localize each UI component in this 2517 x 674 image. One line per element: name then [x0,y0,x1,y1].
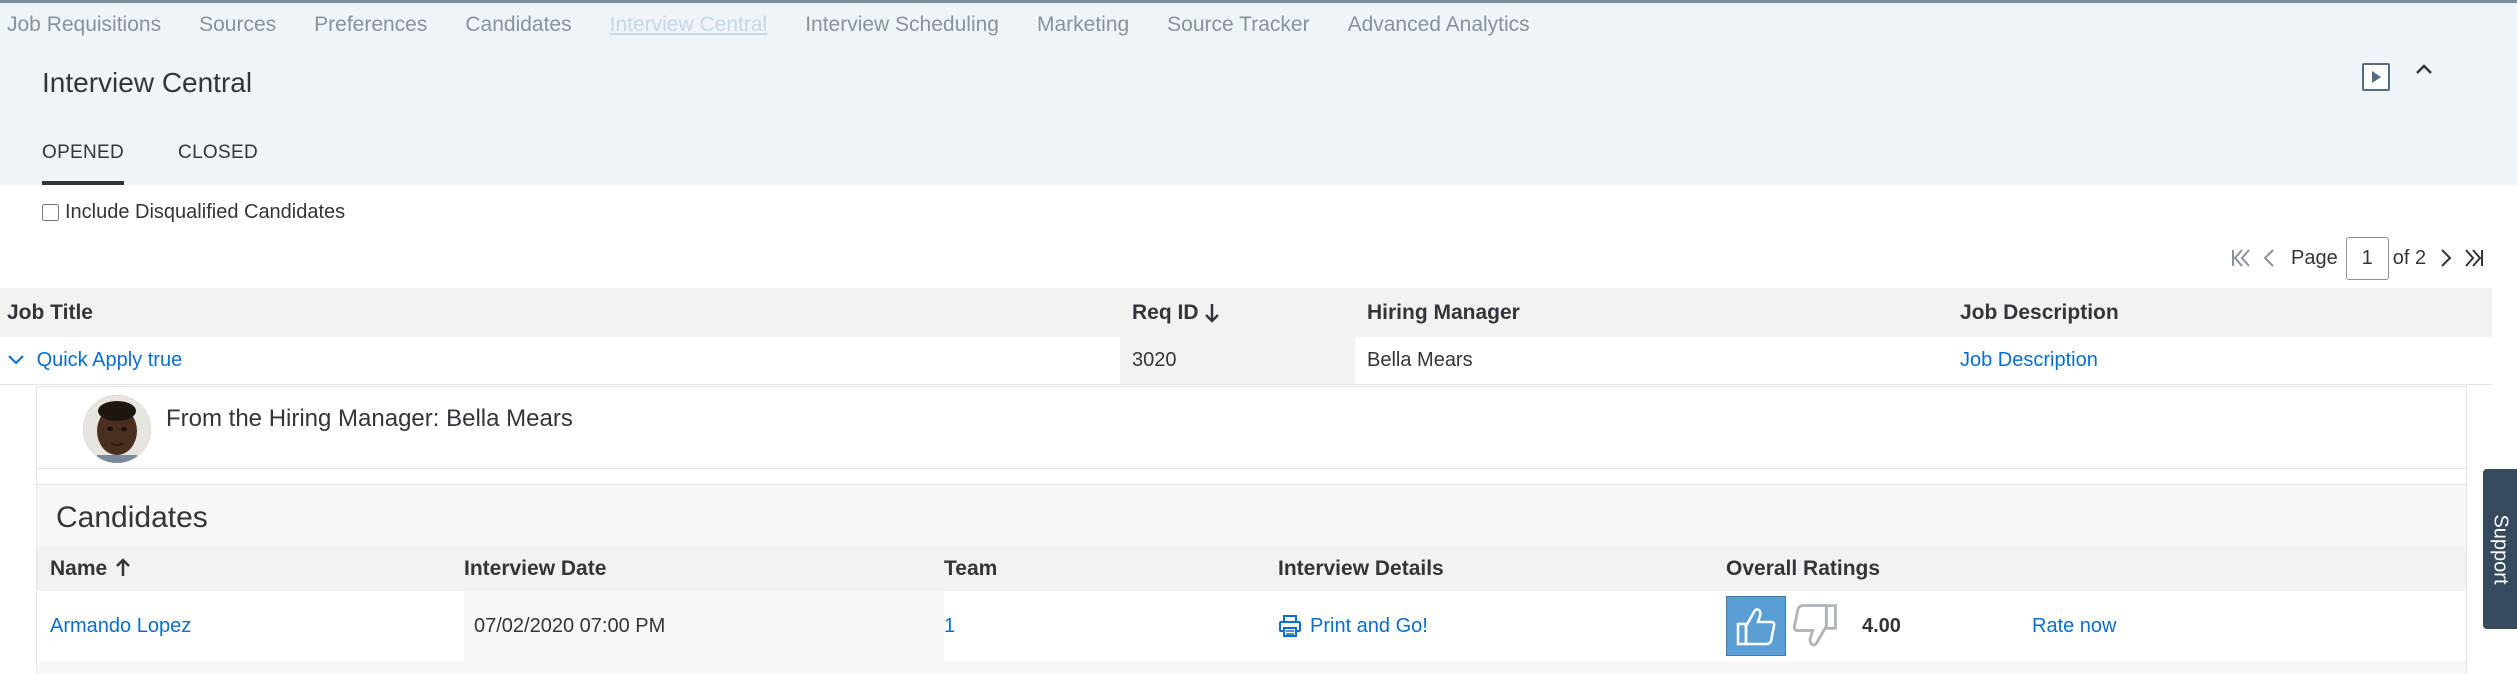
hiring-manager-text: From the Hiring Manager: Bella Mears [166,405,573,432]
rate-now-link[interactable]: Rate now [2032,615,2117,638]
print-and-go-link[interactable]: Print and Go! [1310,615,1428,638]
candidates-title: Candidates [56,501,208,534]
job-title-link[interactable]: Quick Apply true [37,349,183,371]
sort-descending-icon [1204,303,1219,323]
include-disqualified-checkbox[interactable] [42,204,59,221]
column-header-interview-details[interactable]: Interview Details [1278,557,1726,581]
collapse-header-button[interactable] [2410,55,2438,83]
nav-item-marketing[interactable]: Marketing [1037,13,1129,37]
last-page-icon [2465,249,2484,267]
page-label: Page [2291,246,2338,269]
nav-item-source-tracker[interactable]: Source Tracker [1167,13,1309,37]
page-number-input[interactable] [2345,236,2389,280]
top-navigation: Job Requisitions Sources Preferences Can… [0,3,2517,47]
page: Job Requisitions Sources Preferences Can… [0,0,2517,674]
column-header-req-id[interactable]: Req ID [1120,288,1355,337]
nav-item-interview-scheduling[interactable]: Interview Scheduling [805,13,999,37]
job-title-cell: Quick Apply true [0,349,1120,372]
thumbs-down-button[interactable] [1788,596,1842,656]
job-description-link[interactable]: Job Description [1950,349,2098,372]
chevron-left-icon [2263,249,2274,267]
first-page-icon [2232,249,2250,267]
rating-value: 4.00 [1862,614,1901,637]
hiring-manager-cell: Bella Mears [1367,349,1473,371]
support-button[interactable]: Support [2483,469,2517,629]
pagination: Page of 2 [2227,236,2488,280]
play-icon [2372,71,2381,83]
nav-item-advanced-analytics[interactable]: Advanced Analytics [1348,13,1530,37]
table-row: Quick Apply true 3020 Bella Mears Job De… [0,337,2492,385]
chevron-right-icon [2441,249,2452,267]
column-header-hiring-manager[interactable]: Hiring Manager [1355,301,1950,325]
tab-bar: OPENED CLOSED [42,142,312,185]
last-page-button[interactable] [2460,244,2488,272]
column-header-overall-ratings[interactable]: Overall Ratings [1726,557,1880,581]
page-total-label: of 2 [2392,246,2427,269]
printer-icon [1278,614,1302,638]
hiring-manager-message: From the Hiring Manager: Bella Mears [37,387,2466,469]
tab-opened[interactable]: OPENED [42,142,125,185]
page-title: Interview Central [42,67,253,98]
req-id-header-label: Req ID [1132,300,1199,324]
play-button[interactable] [2362,63,2390,91]
candidates-panel: Candidates Name Interview Date Team Inte… [37,484,2466,674]
column-header-job-description[interactable]: Job Description [1950,301,2119,325]
chevron-up-icon [2416,64,2432,74]
previous-page-button[interactable] [2255,244,2283,272]
tab-closed[interactable]: CLOSED [178,142,258,185]
page-header: Interview Central OPENED CLOSED [0,47,2517,185]
candidate-name-link[interactable]: Armando Lopez [37,615,464,638]
first-page-button[interactable] [2227,244,2255,272]
next-page-button[interactable] [2432,244,2460,272]
table-row: Armando Lopez 07/02/2020 07:00 PM 1 Prin… [37,591,2466,661]
nav-item-job-requisitions[interactable]: Job Requisitions [7,13,161,37]
nav-item-candidates[interactable]: Candidates [465,13,571,37]
disqualified-filter: Include Disqualified Candidates [42,201,345,224]
column-header-job-title[interactable]: Job Title [0,301,1120,325]
nav-item-interview-central[interactable]: Interview Central [610,13,768,37]
sort-ascending-icon [116,558,130,576]
req-id-cell: 3020 [1120,337,1355,384]
avatar [83,395,151,463]
team-link[interactable]: 1 [944,615,1278,638]
overall-ratings-cell: 4.00 Rate now [1726,596,2117,656]
support-label: Support [2489,513,2512,585]
column-header-interview-date[interactable]: Interview Date [464,547,944,591]
column-header-team[interactable]: Team [944,557,1278,581]
thumbs-down-icon [1792,604,1837,647]
interview-details-cell: Print and Go! [1278,614,1726,638]
chevron-down-icon[interactable] [7,349,31,372]
include-disqualified-label: Include Disqualified Candidates [65,201,346,223]
name-header-label: Name [50,557,108,580]
candidates-table-header: Name Interview Date Team Interview Detai… [37,547,2466,591]
requisitions-table: Job Title Req ID Hiring Manager Job Desc… [0,288,2492,385]
interview-date-cell: 07/02/2020 07:00 PM [464,591,944,661]
requisition-detail-panel: From the Hiring Manager: Bella Mears Can… [36,386,2467,674]
requisitions-table-header: Job Title Req ID Hiring Manager Job Desc… [0,288,2492,337]
column-header-name[interactable]: Name [37,557,464,581]
thumbs-up-button[interactable] [1726,596,1786,656]
nav-item-preferences[interactable]: Preferences [314,13,427,37]
nav-item-sources[interactable]: Sources [199,13,276,37]
thumbs-up-icon [1736,608,1776,646]
